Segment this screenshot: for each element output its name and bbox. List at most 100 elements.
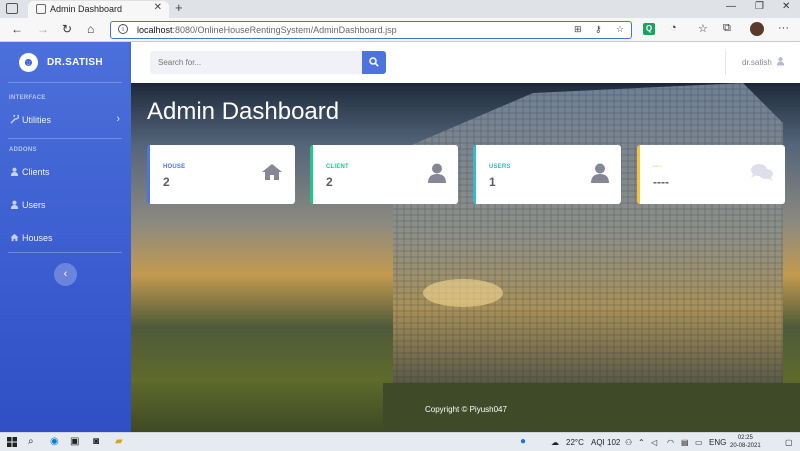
sidebar-item-clients[interactable]: Clients [0, 164, 131, 182]
chevron-right-icon: › [116, 113, 120, 125]
search-icon [369, 57, 379, 67]
stat-card-client[interactable]: CLIENT 2 [310, 145, 458, 204]
show-hidden-icon[interactable]: ⌃ [638, 438, 645, 447]
sidebar-heading-addons: ADDONS [9, 147, 37, 153]
wifi-icon[interactable]: ◠ [667, 438, 674, 447]
card-value: 2 [326, 175, 333, 189]
sidebar-divider [8, 252, 122, 253]
card-value: 1 [489, 175, 496, 189]
back-icon[interactable]: ← [11, 22, 23, 36]
topbar-divider [725, 50, 726, 75]
card-label: HOUSE [163, 164, 186, 170]
sidebar-heading-interface: INTERFACE [9, 95, 46, 101]
favorites-icon[interactable]: ☆ [698, 22, 708, 35]
sidebar-item-label: Users [22, 200, 46, 210]
home-icon [262, 164, 282, 180]
clock-date: 20-08-2021 [730, 443, 761, 449]
user-icon [428, 163, 446, 183]
sidebar: ☻ DR.SATISH INTERFACE Utilities › ADDONS… [0, 42, 131, 432]
sidebar-item-label: Utilities [22, 115, 52, 125]
favorite-star-icon[interactable]: ☆ [616, 24, 624, 35]
sidebar-toggle-button[interactable]: ‹ [54, 263, 77, 286]
terminal-icon[interactable]: ▣ [70, 436, 79, 447]
search-button[interactable] [362, 51, 386, 74]
people-icon[interactable]: ⚇ [625, 438, 632, 447]
dashboard-content: Admin Dashboard HOUSE 2 CLIENT 2 USERS 1… [131, 83, 800, 432]
edge-browser-icon[interactable]: ◉ [50, 436, 59, 447]
sidebar-item-label: Houses [22, 233, 53, 243]
app-icon[interactable]: ◙ [93, 436, 99, 447]
sidebar-item-users[interactable]: Users [0, 197, 131, 215]
comments-icon [751, 164, 773, 181]
page-title: Admin Dashboard [147, 98, 340, 125]
key-icon[interactable]: ⚷ [595, 24, 602, 35]
forward-icon[interactable]: → [37, 22, 49, 36]
stat-card-users[interactable]: USERS 1 [473, 145, 621, 204]
windows-start-icon[interactable] [7, 437, 17, 447]
site-info-icon[interactable]: i [118, 24, 128, 34]
user-icon [10, 200, 19, 209]
web-page: ☻ DR.SATISH INTERFACE Utilities › ADDONS… [0, 42, 800, 432]
close-window-icon[interactable]: ✕ [782, 1, 790, 12]
tab-title: Admin Dashboard [50, 4, 123, 14]
background-building-image [383, 83, 800, 432]
sidebar-item-houses[interactable]: Houses [0, 230, 131, 248]
collections-icon[interactable]: ⧉ [723, 22, 731, 35]
tab-actions-icon[interactable] [6, 3, 18, 14]
restore-icon[interactable]: ❐ [755, 1, 764, 12]
refresh-icon[interactable]: ↻ [62, 22, 72, 36]
brand-name: DR.SATISH [47, 57, 103, 68]
card-label: ---- [653, 164, 662, 170]
aqi-text[interactable]: AQI 102 [591, 438, 620, 447]
page-favicon-icon [36, 4, 46, 14]
clock[interactable]: 02:25 20-08-2021 [730, 434, 761, 450]
card-value: 2 [163, 175, 170, 189]
stat-card-placeholder[interactable]: ---- ---- [637, 145, 785, 204]
sidebar-brand[interactable]: ☻ DR.SATISH [0, 42, 131, 82]
address-bar[interactable]: i localhost:8080/OnlineHouseRentingSyste… [110, 21, 632, 39]
wrench-icon [10, 113, 20, 124]
home-button-icon[interactable]: ⌂ [87, 22, 94, 36]
clock-time: 02:25 [737, 435, 753, 441]
stat-card-house[interactable]: HOUSE 2 [147, 145, 295, 204]
user-icon [591, 163, 609, 183]
browser-toolbar: ← → ↻ ⌂ i localhost:8080/OnlineHouseRent… [0, 18, 800, 42]
network-icon[interactable]: ▤ [681, 438, 689, 447]
card-label: CLIENT [326, 164, 349, 170]
weather-icon[interactable]: ☁ [551, 438, 559, 447]
help-icon[interactable]: ● [520, 436, 526, 447]
weather-temp[interactable]: 22°C [566, 438, 584, 447]
search-input[interactable] [150, 51, 362, 74]
file-explorer-icon[interactable]: ▰ [115, 436, 123, 447]
brand-logo-icon: ☻ [19, 53, 38, 72]
user-profile-icon[interactable] [776, 56, 785, 66]
extension-icon[interactable]: Q [643, 23, 655, 35]
more-menu-icon[interactable]: ··· [778, 22, 789, 34]
browser-tab-strip: Admin Dashboard ✕ + — ❐ ✕ [0, 0, 800, 18]
sidebar-divider [8, 138, 122, 139]
sidebar-item-utilities[interactable]: Utilities › [0, 112, 131, 130]
topbar: dr.satish [131, 42, 800, 83]
home-icon [10, 233, 19, 242]
minimize-icon[interactable]: — [726, 1, 736, 12]
profile-avatar[interactable] [750, 22, 764, 36]
sidebar-divider [8, 82, 122, 83]
taskbar: ⌕ ◉ ▣ ◙ ▰ ● ☁ 22°C AQI 102 ⚇ ⌃ ◁ ◠ ▤ ▭ E… [0, 432, 800, 451]
sidebar-item-label: Clients [22, 167, 50, 177]
url-text: localhost:8080/OnlineHouseRentingSystem/… [137, 25, 397, 35]
extension-2-icon[interactable]: ◔ [670, 22, 677, 34]
card-label: USERS [489, 164, 511, 170]
language-indicator[interactable]: ENG [709, 438, 726, 447]
notifications-icon[interactable]: ▢ [785, 438, 793, 447]
browser-tab[interactable]: Admin Dashboard ✕ [28, 1, 169, 18]
volume-icon[interactable]: ◁ [651, 438, 657, 447]
app-available-icon[interactable]: ⊞ [574, 24, 582, 35]
user-icon [10, 167, 19, 176]
battery-icon[interactable]: ▭ [695, 438, 703, 447]
copyright-text: Copyright © Piyush047 [425, 405, 507, 414]
card-value: ---- [653, 175, 669, 189]
new-tab-icon[interactable]: + [175, 0, 183, 15]
tab-close-icon[interactable]: ✕ [154, 2, 162, 13]
user-name[interactable]: dr.satish [742, 58, 772, 67]
search-taskbar-icon[interactable]: ⌕ [28, 436, 34, 447]
